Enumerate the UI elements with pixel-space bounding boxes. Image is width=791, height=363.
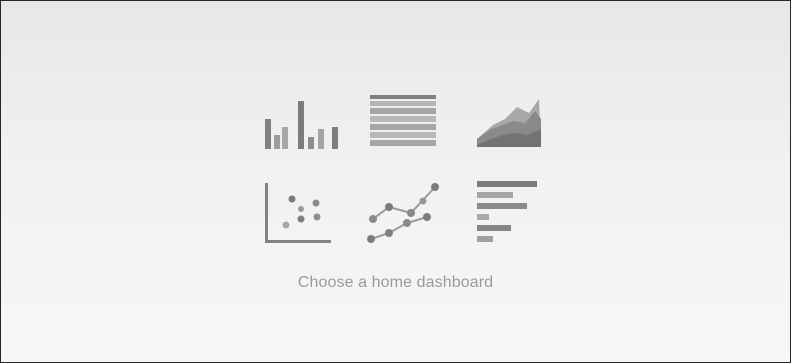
choose-home-dashboard-caption[interactable]: Choose a home dashboard	[1, 274, 790, 292]
line-chart-icon	[367, 183, 439, 243]
area-chart-icon	[477, 99, 541, 147]
horizontal-bar-chart-icon	[477, 181, 537, 242]
scatter-plot-icon	[265, 183, 331, 243]
home-dashboard-empty-state: Choose a home dashboard	[0, 0, 791, 363]
bar-chart-icon	[265, 101, 338, 149]
table-icon	[370, 95, 436, 146]
